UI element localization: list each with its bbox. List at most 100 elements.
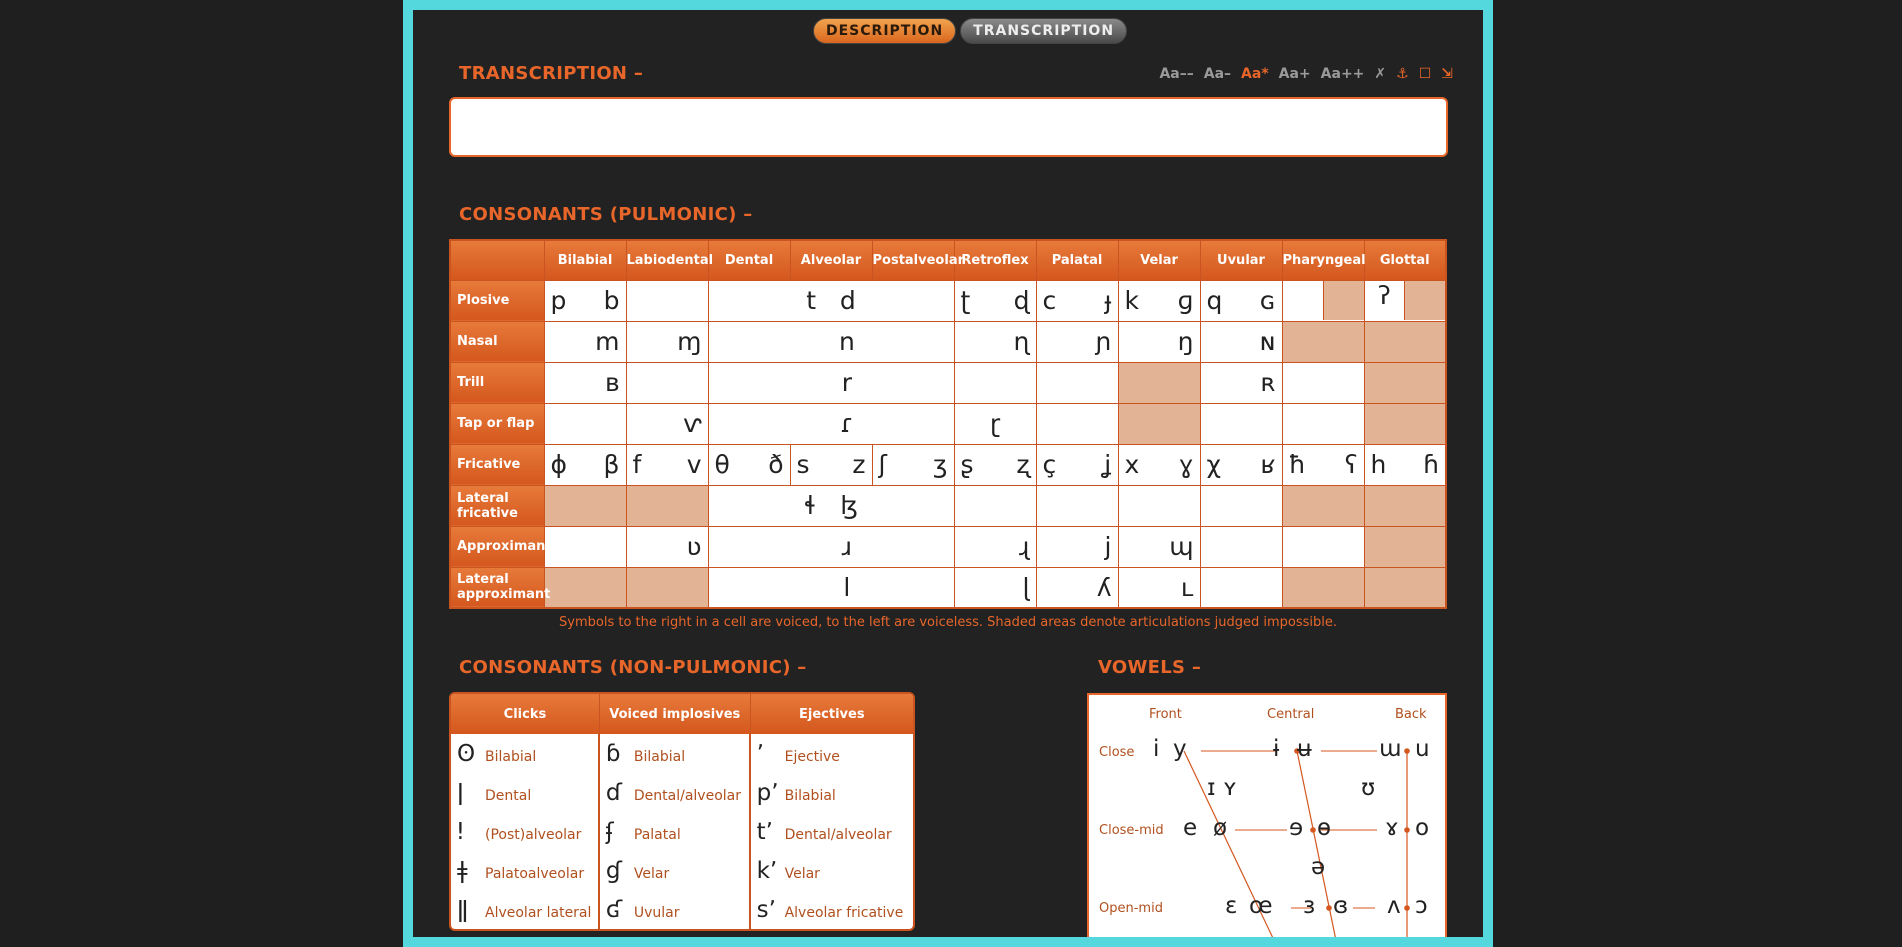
ipa-symbol[interactable]: ʈ (961, 286, 971, 315)
list-item[interactable]: ʘ Bilabial (451, 734, 600, 773)
ipa-symbol[interactable]: ɾ (840, 409, 853, 438)
vowel-symbol[interactable]: ɤ (1385, 815, 1399, 841)
ipa-symbol[interactable]: ɲ (1043, 327, 1111, 356)
ipa-symbol[interactable]: ʼ (757, 741, 785, 767)
ipa-symbol[interactable]: θ (715, 450, 730, 479)
anchor-icon[interactable]: ⚓ (1396, 66, 1409, 82)
ipa-symbol[interactable]: ʎ (1043, 573, 1112, 602)
vowel-symbol[interactable]: i (1153, 736, 1159, 762)
ipa-symbol[interactable]: ʂ (961, 450, 974, 479)
ipa-symbol[interactable]: ⱱ (633, 409, 701, 438)
ipa-symbol[interactable]: sʼ (757, 897, 785, 923)
vowel-symbol[interactable]: ɯ (1379, 736, 1401, 762)
list-item[interactable]: kʼ Velar (751, 851, 913, 890)
ipa-symbol[interactable]: h (1371, 450, 1387, 479)
ipa-symbol[interactable]: ʟ (1125, 573, 1194, 602)
ipa-symbol[interactable]: ɰ (1125, 532, 1193, 561)
vowel-symbol[interactable]: ɘ (1289, 815, 1303, 841)
transcription-input[interactable] (449, 97, 1448, 157)
resize-icon[interactable]: ⇲ (1441, 66, 1453, 82)
ipa-symbol[interactable]: t (806, 286, 816, 315)
vowel-symbol[interactable]: e (1183, 815, 1197, 841)
ipa-symbol[interactable]: ǃ (457, 819, 485, 845)
list-item[interactable]: tʼ Dental/alveolar (751, 812, 913, 851)
list-item[interactable]: ǁ Alveolar lateral (451, 890, 600, 929)
ipa-symbol[interactable]: ɭ (961, 573, 1030, 602)
ipa-symbol[interactable]: χ (1207, 450, 1221, 479)
list-item[interactable]: ɓ Bilabial (600, 734, 751, 773)
vowel-symbol[interactable]: œ (1249, 893, 1273, 919)
box-icon[interactable]: ☐ (1419, 66, 1432, 82)
ipa-symbol[interactable]: s (797, 450, 810, 479)
ipa-symbol[interactable]: ǁ (457, 897, 485, 923)
ipa-symbol[interactable]: ʘ (457, 741, 485, 767)
vowel-symbol[interactable]: y (1173, 736, 1187, 762)
font-size-xlarge-button[interactable]: Aa++ (1321, 66, 1365, 82)
ipa-symbol[interactable]: ʁ (1260, 450, 1275, 479)
ipa-symbol[interactable]: ɳ (961, 327, 1029, 356)
nonpulmonic-title[interactable]: CONSONANTS (NON-PULMONIC) – (459, 657, 807, 678)
ipa-symbol[interactable]: ɻ (961, 532, 1029, 561)
list-item[interactable]: sʼ Alveolar fricative (751, 890, 913, 929)
vowel-symbol[interactable]: ɞ (1333, 893, 1348, 919)
font-size-xsmall-button[interactable]: Aa–– (1159, 66, 1193, 82)
ipa-symbol[interactable]: ɗ (606, 780, 634, 806)
ipa-symbol[interactable]: kʼ (757, 858, 785, 884)
ipa-symbol[interactable]: ʛ (606, 897, 634, 923)
ipa-symbol[interactable]: ʝ (1104, 450, 1111, 479)
ipa-symbol[interactable]: x (1125, 450, 1140, 479)
ipa-symbol[interactable]: ɖ (1014, 286, 1030, 315)
ipa-symbol[interactable]: ǂ (457, 858, 485, 884)
ipa-symbol[interactable]: n (839, 327, 855, 356)
ipa-symbol[interactable]: ɟ (1105, 286, 1112, 315)
ipa-symbol[interactable]: ʄ (606, 819, 634, 845)
list-item[interactable]: ɗ Dental/alveolar (600, 773, 751, 812)
vowel-symbol[interactable]: ɜ (1303, 893, 1315, 919)
ipa-symbol[interactable]: ħ (1289, 450, 1306, 479)
font-size-default-button[interactable]: Aa* (1241, 66, 1269, 82)
ipa-symbol[interactable]: ɬ (804, 491, 816, 520)
ipa-symbol[interactable]: b (604, 286, 620, 315)
ipa-symbol[interactable]: ʀ (1207, 368, 1275, 397)
vowel-symbol[interactable]: ʌ (1387, 893, 1401, 919)
ipa-symbol[interactable]: f (633, 450, 642, 479)
ipa-symbol[interactable]: ʙ (551, 368, 620, 397)
list-item[interactable]: ʼ Ejective (751, 734, 913, 773)
tab-transcription[interactable]: TRANSCRIPTION (960, 18, 1128, 44)
ipa-symbol[interactable]: ç (1043, 450, 1057, 479)
ipa-symbol[interactable]: ɸ (551, 450, 568, 479)
vowel-symbol[interactable]: ʏ (1223, 775, 1237, 801)
ipa-symbol[interactable]: ʐ (1016, 450, 1029, 479)
ipa-symbol[interactable]: β (604, 450, 620, 479)
list-item[interactable]: ǃ (Post)alveolar (451, 812, 600, 851)
ipa-symbol[interactable]: ɡ (1178, 286, 1194, 315)
ipa-symbol[interactable]: p (551, 286, 567, 315)
ipa-symbol[interactable]: ɣ (1179, 450, 1194, 479)
clear-icon[interactable]: ✗ (1374, 66, 1386, 82)
ipa-symbol[interactable]: ɴ (1207, 327, 1276, 356)
ipa-symbol[interactable]: ʃ (879, 450, 887, 479)
vowel-symbol[interactable]: ɪ (1207, 775, 1216, 801)
ipa-symbol[interactable]: ɱ (633, 327, 701, 356)
ipa-symbol[interactable]: k (1125, 286, 1139, 315)
vowel-symbol[interactable]: o (1415, 815, 1429, 841)
vowel-symbol[interactable]: ø (1213, 815, 1227, 841)
list-item[interactable]: pʼ Bilabial (751, 773, 913, 812)
ipa-symbol[interactable]: j (1043, 532, 1112, 561)
ipa-symbol[interactable]: ɹ (842, 532, 852, 561)
ipa-symbol[interactable]: ǀ (457, 780, 485, 806)
ipa-symbol[interactable]: q (1207, 286, 1223, 315)
ipa-symbol[interactable]: l (843, 573, 850, 602)
ipa-symbol[interactable]: ð (768, 450, 783, 479)
ipa-symbol[interactable]: ɓ (606, 741, 634, 767)
vowel-symbol[interactable]: ɛ (1225, 893, 1237, 919)
ipa-symbol[interactable]: ɦ (1423, 450, 1439, 479)
ipa-symbol[interactable]: z (852, 450, 865, 479)
list-item[interactable]: ɠ Velar (600, 851, 751, 890)
vowel-symbol[interactable]: ʊ (1361, 775, 1375, 801)
ipa-symbol[interactable]: ʕ (1345, 450, 1358, 479)
ipa-symbol[interactable]: c (1043, 286, 1057, 315)
ipa-symbol[interactable]: m (551, 327, 619, 356)
list-item[interactable]: ǀ Dental (451, 773, 600, 812)
vowel-symbol[interactable]: ə (1311, 854, 1325, 880)
